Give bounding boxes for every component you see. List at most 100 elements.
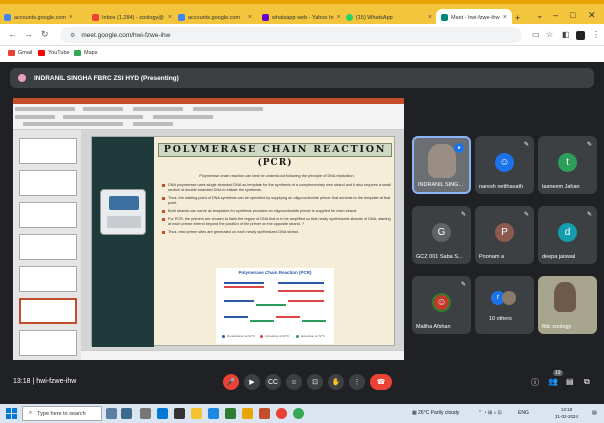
close-icon[interactable]: × (503, 14, 507, 21)
powerpoint-icon[interactable] (259, 408, 270, 419)
bookmark-youtube[interactable]: YouTube (38, 50, 70, 56)
weather-widget[interactable]: ▦ 26°C Partly cloudy (412, 410, 459, 416)
yahoo-icon (262, 14, 269, 21)
close-icon[interactable]: × (168, 14, 172, 21)
system-tray-icons[interactable]: ⌃ ◔ ⊞ ♪ ⊡ (478, 410, 502, 416)
close-window-icon[interactable]: ✕ (588, 10, 596, 21)
participant-tile[interactable]: ✎ ☺ naresh netthavath (475, 136, 534, 194)
participant-name: naresh netthavath (479, 184, 524, 190)
participant-tile[interactable]: ● INDRANIL SING... (412, 136, 471, 194)
weather-icon: ▦ (412, 410, 417, 416)
chrome-icon[interactable] (276, 408, 287, 419)
tab-label: Inbox (1,284) - zoology@ (102, 14, 164, 21)
google-icon (4, 14, 11, 21)
raise-hand-button[interactable]: ✋ (328, 374, 344, 390)
store-icon[interactable] (174, 408, 185, 419)
participant-tile[interactable]: ffdc zoology (538, 276, 597, 334)
cast-icon[interactable]: ▭ (532, 30, 540, 39)
mic-off-icon: ✎ (523, 212, 529, 218)
bookmark-star-icon[interactable]: ☆ (546, 30, 553, 39)
taskbar-search[interactable]: ⌕ Type here to search (22, 406, 102, 421)
back-icon[interactable]: ← (8, 29, 17, 39)
sidebar-icon[interactable]: ◧ (562, 30, 570, 39)
mail-icon[interactable] (208, 408, 219, 419)
tab-label: accounts.google.com (188, 14, 240, 21)
mic-toggle-button[interactable]: 🎤 (223, 374, 239, 390)
minimize-icon[interactable]: – (553, 10, 558, 20)
participant-tile[interactable]: ✎ t tasneem Jahan (538, 136, 597, 194)
windows-taskbar: ⌕ Type here to search ▦ 26°C Partly clou… (0, 404, 604, 423)
profile-icon[interactable] (576, 31, 585, 40)
present-button[interactable]: ⊡ (307, 374, 323, 390)
participant-tile[interactable]: ✎ G GCZ 001 Saba S... (412, 206, 471, 264)
ribbon-group (193, 107, 263, 111)
participant-name: GCZ 001 Saba S... (416, 254, 463, 260)
task-view-icon[interactable] (140, 408, 151, 419)
shared-screen: POLYMERASE CHAIN REACTION (PCR) Polymera… (13, 98, 404, 360)
maps-icon (74, 50, 81, 56)
excel-icon[interactable] (225, 408, 236, 419)
slide-thumbnail-selected[interactable] (19, 298, 77, 324)
windows-start-button[interactable] (6, 408, 17, 419)
ribbon-group (83, 107, 123, 111)
info-icon[interactable]: ⓘ (531, 377, 539, 388)
bookmark-gmail[interactable]: Gmail (8, 50, 32, 56)
folder-icon[interactable] (242, 408, 253, 419)
bullet-item: Thus, the starting point of DNA synthesi… (162, 196, 392, 206)
mic-off-icon: ✎ (460, 212, 466, 218)
url-input[interactable]: ⚙ meet.google.com/hwi-fzwe-ihw (60, 27, 522, 43)
people-icon[interactable]: 👥 (548, 377, 558, 386)
slide-thumbnail[interactable] (19, 170, 77, 196)
taskbar-app[interactable] (106, 408, 117, 419)
forward-icon[interactable]: → (24, 29, 33, 39)
close-icon[interactable]: × (337, 14, 340, 21)
slide-canvas: POLYMERASE CHAIN REACTION (PCR) Polymera… (81, 130, 404, 350)
slide-thumbnail[interactable] (19, 266, 77, 292)
presenter-avatar (18, 74, 26, 82)
more-options-button[interactable]: ⋮ (349, 374, 365, 390)
diagram-title: Polymerase Chain Reaction (PCR) (238, 270, 312, 275)
captions-button[interactable]: CC (265, 374, 281, 390)
slide-thumbnail[interactable] (19, 330, 77, 356)
activities-icon[interactable]: ⧉ (584, 377, 590, 387)
slide-bullets: DNA polymerase uses single stranded DNA … (162, 183, 392, 238)
slide-thumbnail[interactable] (19, 138, 77, 164)
slide-thumbnail[interactable] (19, 234, 77, 260)
reactions-button[interactable]: ☺ (286, 374, 302, 390)
camera-toggle-button[interactable]: ▶ (244, 374, 260, 390)
ribbon-group (133, 107, 183, 111)
language-indicator[interactable]: ENG (518, 410, 529, 416)
leave-call-button[interactable]: ☎ (370, 374, 392, 390)
taskbar-app[interactable] (121, 408, 132, 419)
slide-title: POLYMERASE CHAIN REACTION (158, 143, 392, 157)
avatar (502, 291, 516, 305)
site-info-icon[interactable]: ⚙ (70, 32, 75, 39)
participant-tile[interactable]: ✎ ☺ Maliha Afshan (412, 276, 471, 334)
chat-icon[interactable]: ▤ (566, 377, 574, 386)
bookmark-maps[interactable]: Maps (74, 50, 97, 56)
ribbon-group (153, 115, 213, 119)
slide-intro: Polymerase chain reaction can best be un… (199, 174, 355, 178)
menu-icon[interactable]: ⋮ (592, 30, 600, 39)
slide-thumbnail[interactable] (19, 202, 77, 228)
ppt-ribbon (13, 98, 404, 130)
clock[interactable]: 13:18 21-02-2024 (555, 406, 578, 420)
bullet-item: Both strands can serve as templates for … (162, 209, 392, 214)
search-icon: ⌕ (29, 410, 33, 416)
close-icon[interactable]: × (69, 14, 72, 21)
close-icon[interactable]: × (248, 14, 252, 21)
notification-icon[interactable]: ▤ (592, 410, 597, 416)
participant-group-tile[interactable]: r 10 others (475, 276, 534, 334)
file-explorer-icon[interactable] (191, 408, 202, 419)
participant-tile[interactable]: ✎ P Poonam a (475, 206, 534, 264)
close-icon[interactable]: × (428, 14, 432, 21)
ppt-status-bar (81, 350, 404, 360)
participant-name: ffdc zoology (542, 324, 572, 330)
participant-tile[interactable]: ✎ d deepa jaiswal (538, 206, 597, 264)
edge-icon[interactable] (157, 408, 168, 419)
chrome-icon[interactable] (293, 408, 304, 419)
chevron-down-icon[interactable]: ⌄ (536, 10, 544, 21)
reload-icon[interactable]: ↻ (41, 29, 49, 40)
meeting-time-code: 13:18 | hwi-fzwe-ihw (13, 378, 77, 385)
maximize-icon[interactable]: □ (570, 10, 575, 20)
